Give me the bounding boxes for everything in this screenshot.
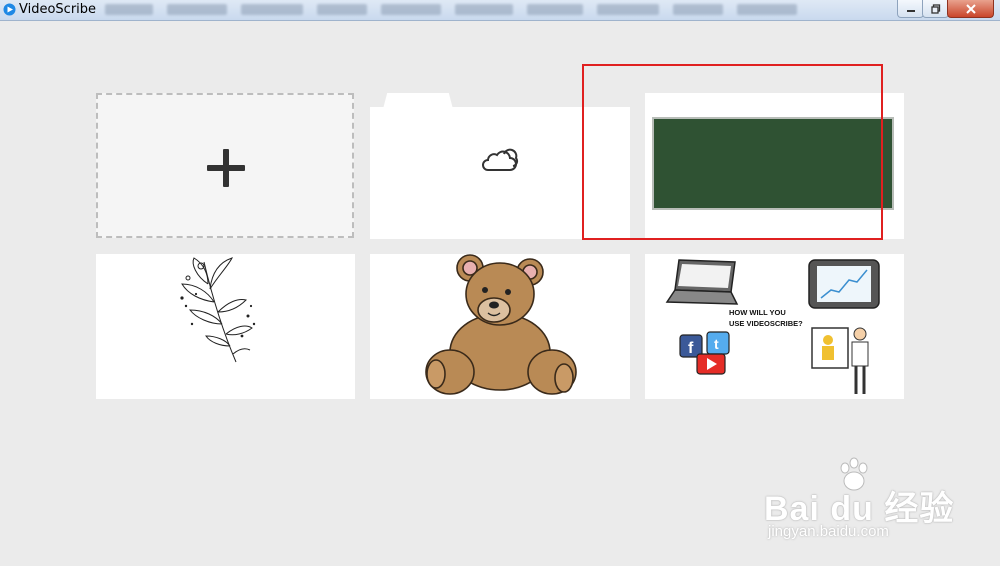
minimize-icon — [906, 9, 915, 12]
flower-illustration-icon — [180, 257, 256, 363]
window-title: VideoScribe — [19, 2, 97, 17]
minimize-button[interactable] — [897, 0, 924, 18]
close-button[interactable] — [947, 0, 994, 18]
bear-scribe-card[interactable] — [370, 254, 630, 399]
svg-text:f: f — [688, 340, 694, 357]
tablet-chart-icon — [808, 259, 880, 309]
svg-text:t: t — [714, 336, 719, 352]
restore-icon — [930, 3, 940, 14]
blurred-taskbar-strip — [105, 4, 865, 16]
teddy-bear-illustration-icon — [425, 254, 577, 395]
promo-scribe-card[interactable]: HOW WILL YOU USE VIDEOSCRIBE? f t — [645, 254, 904, 399]
new-scribe-card[interactable] — [96, 93, 354, 238]
social-media-icon: f t — [679, 331, 730, 375]
window-title-bar[interactable]: VideoScribe — [0, 0, 1000, 21]
flower-scribe-card[interactable] — [96, 254, 355, 399]
watermark-url: jingyan.baidu.com — [768, 523, 889, 540]
presenter-whiteboard-icon — [811, 327, 869, 394]
baidu-watermark: Bai du 经验 jingyan.baidu.com — [764, 455, 984, 555]
cloud-icon — [482, 148, 519, 171]
laptop-icon — [665, 259, 739, 305]
highlight-annotation-box — [582, 64, 883, 240]
close-icon — [965, 3, 976, 14]
promo-text-line-1: HOW WILL YOU — [729, 308, 786, 317]
plus-icon-stem — [223, 149, 229, 187]
videoscribe-logo-icon — [3, 3, 16, 16]
maximize-button[interactable] — [922, 0, 949, 18]
